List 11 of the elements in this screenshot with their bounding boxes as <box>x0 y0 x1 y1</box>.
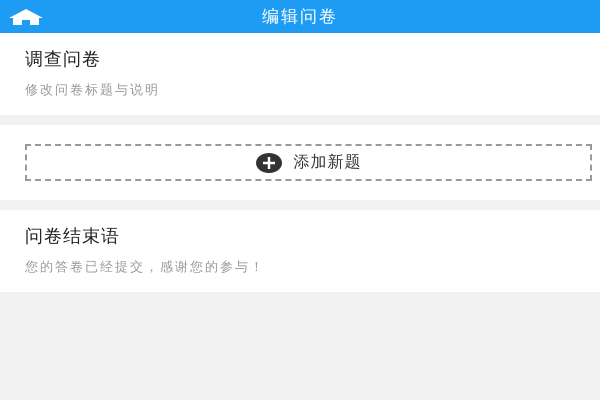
closing-card[interactable]: 问卷结束语 您的答卷已经提交，感谢您的参与！ <box>0 210 600 292</box>
add-question-button[interactable]: 添加新题 <box>25 144 592 181</box>
survey-card[interactable]: 调查问卷 修改问卷标题与说明 <box>0 33 600 115</box>
closing-message: 您的答卷已经提交，感谢您的参与！ <box>25 259 265 276</box>
closing-title: 问卷结束语 <box>25 225 120 248</box>
page-title: 编辑问卷 <box>262 6 338 28</box>
survey-title: 调查问卷 <box>25 48 101 71</box>
home-button[interactable] <box>8 7 44 27</box>
survey-description: 修改问卷标题与说明 <box>25 82 160 99</box>
plus-icon <box>256 152 282 172</box>
home-icon <box>9 9 43 25</box>
